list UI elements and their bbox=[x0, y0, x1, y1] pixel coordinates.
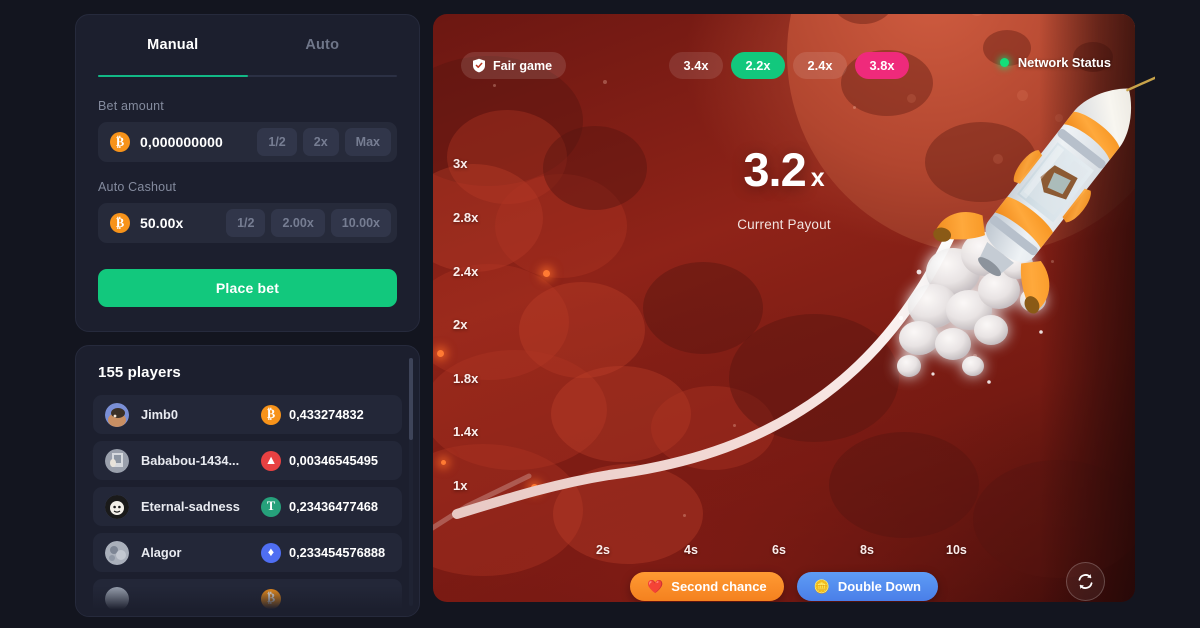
bet-panel: Manual Auto Bet amount ₿ 0,000000000 1/2… bbox=[75, 14, 420, 332]
history-pill[interactable]: 2.2x bbox=[731, 52, 785, 79]
x-axis-tick: 2s bbox=[596, 543, 610, 557]
players-scrollbar[interactable] bbox=[409, 358, 413, 606]
auto-cashout-quick-buttons: 1/2 2.00x 10.00x bbox=[226, 209, 391, 237]
history-pill[interactable]: 3.8x bbox=[855, 52, 909, 79]
avatar bbox=[105, 586, 129, 611]
heart-icon: ❤️ bbox=[647, 578, 664, 594]
double-down-button[interactable]: 🪙 Double Down bbox=[796, 572, 938, 601]
tab-manual[interactable]: Manual bbox=[98, 15, 248, 75]
place-bet-button[interactable]: Place bet bbox=[98, 269, 397, 307]
player-name: Eternal-sadness bbox=[141, 499, 240, 514]
player-amount: 0,23436477468 bbox=[289, 499, 378, 514]
bet-amount-label: Bet amount bbox=[98, 99, 164, 113]
y-axis-tick: 1.4x bbox=[453, 424, 479, 439]
bonus-buttons: ❤️ Second chance 🪙 Double Down bbox=[433, 572, 1135, 601]
refresh-button[interactable] bbox=[1066, 562, 1105, 601]
bet-max-button[interactable]: Max bbox=[344, 128, 391, 156]
table-row[interactable]: Eternal-sadness T 0,23436477468 bbox=[93, 487, 402, 526]
network-status-label: Network Status bbox=[1017, 55, 1111, 70]
payout-label: Current Payout bbox=[737, 217, 831, 232]
refresh-icon bbox=[1078, 574, 1093, 589]
btc-coin-icon: ₿ bbox=[261, 588, 281, 609]
history-pill[interactable]: 3.4x bbox=[669, 52, 723, 79]
fair-game-label: Fair game bbox=[493, 58, 553, 73]
second-chance-button[interactable]: ❤️ Second chance bbox=[630, 572, 784, 601]
bet-amount-value[interactable]: 0,000000000 bbox=[140, 134, 257, 150]
history-pill[interactable]: 2.4x bbox=[793, 52, 847, 79]
x-axis-tick: 8s bbox=[860, 543, 874, 557]
avatar bbox=[105, 494, 129, 519]
left-column: Manual Auto Bet amount ₿ 0,000000000 1/2… bbox=[75, 14, 420, 617]
fair-game-badge[interactable]: Fair game bbox=[461, 52, 567, 79]
players-scrollbar-thumb[interactable] bbox=[409, 358, 413, 440]
player-amount-cell: T 0,23436477468 bbox=[261, 496, 378, 517]
avatar bbox=[105, 402, 129, 427]
tab-auto[interactable]: Auto bbox=[248, 15, 398, 75]
btc-coin-icon: ₿ bbox=[110, 213, 130, 233]
player-amount: 0,00346545495 bbox=[289, 453, 378, 468]
player-amount: 0,433274832 bbox=[289, 407, 364, 422]
bet-amount-quick-buttons: 1/2 2x Max bbox=[257, 128, 391, 156]
game-panel: 3x 2.8x 2.4x 2x 1.8x 1.4x 1x 2s 4s 6s 8s… bbox=[433, 14, 1155, 602]
usdt-coin-icon: T bbox=[261, 496, 281, 517]
player-amount-cell: ♦ 0,233454576888 bbox=[261, 542, 386, 563]
shield-check-icon bbox=[473, 58, 485, 73]
second-chance-label: Second chance bbox=[671, 579, 767, 594]
multiplier-history: 3.4x 2.2x 2.4x 3.8x bbox=[669, 52, 909, 79]
payout-unit: x bbox=[810, 164, 825, 192]
avatar bbox=[105, 540, 129, 565]
bet-amount-input-row[interactable]: ₿ 0,000000000 1/2 2x Max bbox=[98, 122, 397, 162]
y-axis-tick: 1.8x bbox=[453, 371, 479, 386]
double-down-label: Double Down bbox=[837, 579, 921, 594]
player-name: Bababou-1434... bbox=[141, 453, 240, 468]
network-status[interactable]: Network Status bbox=[999, 55, 1111, 70]
payout-display: 3.2 x Current Payout bbox=[433, 146, 1135, 232]
player-amount-cell: ₿ 0,433274832 bbox=[261, 404, 364, 425]
y-axis-tick: 2x bbox=[453, 317, 468, 332]
y-axis-tick: 2.4x bbox=[453, 264, 479, 279]
player-amount-cell: ₿ bbox=[261, 588, 289, 609]
bet-double-button[interactable]: 2x bbox=[302, 128, 339, 156]
tab-indicator-track bbox=[98, 75, 397, 77]
payout-value: 3.2 bbox=[743, 143, 806, 196]
auto-cashout-value[interactable]: 50.00x bbox=[140, 215, 226, 231]
player-amount: 0,233454576888 bbox=[289, 545, 386, 560]
cashout-half-button[interactable]: 1/2 bbox=[226, 209, 266, 237]
avatar bbox=[105, 448, 129, 473]
player-amount-cell: ▲ 0,00346545495 bbox=[261, 450, 378, 471]
game-background: 3x 2.8x 2.4x 2x 1.8x 1.4x 1x 2s 4s 6s 8s… bbox=[433, 14, 1135, 602]
btc-coin-icon: ₿ bbox=[261, 404, 281, 425]
tab-indicator-active bbox=[98, 75, 248, 77]
x-axis-tick: 6s bbox=[772, 543, 786, 557]
avax-coin-icon: ▲ bbox=[261, 450, 281, 471]
cashout-2x-button[interactable]: 2.00x bbox=[271, 209, 325, 237]
table-row[interactable]: ₿ bbox=[93, 579, 402, 616]
auto-cashout-label: Auto Cashout bbox=[98, 180, 177, 194]
table-row[interactable]: Alagor ♦ 0,233454576888 bbox=[93, 533, 402, 572]
x-axis-tick: 4s bbox=[684, 543, 698, 557]
coins-icon: 🪙 bbox=[813, 578, 830, 594]
auto-cashout-input-row[interactable]: ₿ 50.00x 1/2 2.00x 10.00x bbox=[98, 203, 397, 243]
exhaust-smoke bbox=[897, 232, 1046, 377]
players-panel: 155 players Jimb0 ₿ 0,433274832 Bababou-… bbox=[75, 345, 420, 617]
table-row[interactable]: Bababou-1434... ▲ 0,00346545495 bbox=[93, 441, 402, 480]
player-name: Alagor bbox=[141, 545, 182, 560]
players-count-title: 155 players bbox=[98, 364, 181, 381]
crash-game-screen: Manual Auto Bet amount ₿ 0,000000000 1/2… bbox=[0, 0, 1200, 628]
btc-coin-icon: ₿ bbox=[110, 132, 130, 152]
player-name: Jimb0 bbox=[141, 407, 178, 422]
table-row[interactable]: Jimb0 ₿ 0,433274832 bbox=[93, 395, 402, 434]
bet-half-button[interactable]: 1/2 bbox=[257, 128, 297, 156]
multiplier-curve bbox=[433, 225, 1046, 531]
y-axis-tick: 1x bbox=[453, 478, 468, 493]
x-axis-tick: 10s bbox=[946, 543, 967, 557]
cashout-10x-button[interactable]: 10.00x bbox=[330, 209, 391, 237]
bet-mode-tabs: Manual Auto bbox=[98, 15, 397, 75]
status-indicator-dot bbox=[999, 58, 1009, 67]
eth-coin-icon: ♦ bbox=[261, 542, 281, 563]
